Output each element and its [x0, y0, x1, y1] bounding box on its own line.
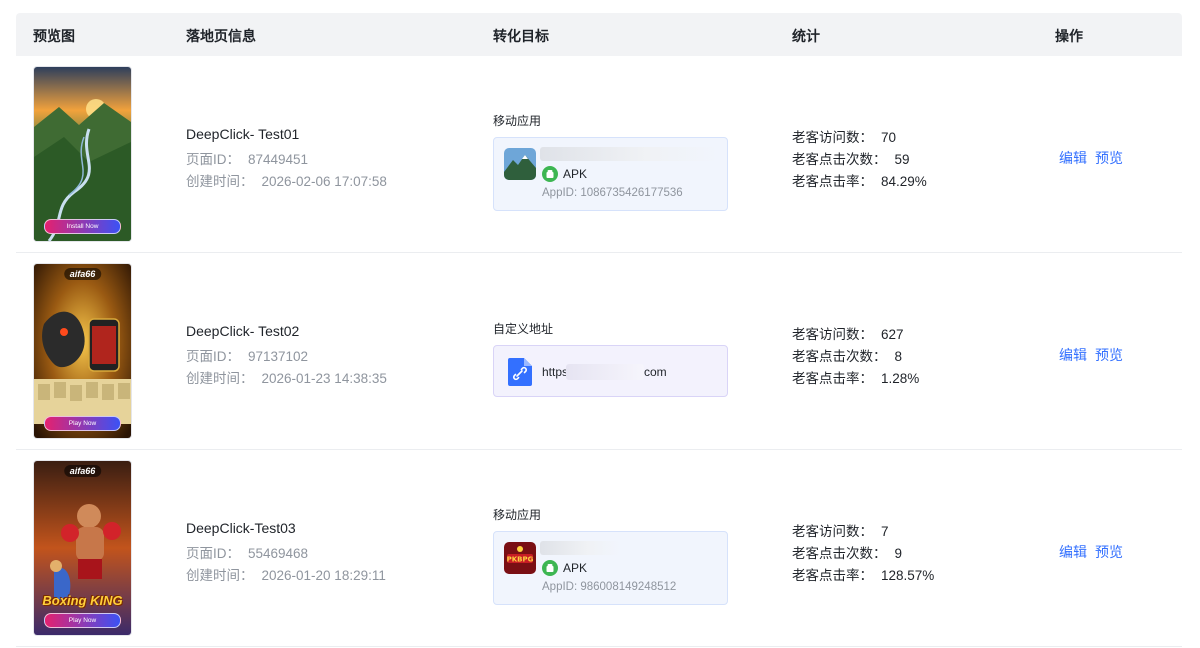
url-end: com: [644, 365, 667, 379]
ctr-stat: 老客点击率： 128.57%: [792, 568, 935, 583]
preview-link[interactable]: 预览: [1095, 347, 1123, 363]
apk-label: APK: [542, 166, 587, 182]
edit-link[interactable]: 编辑: [1059, 544, 1087, 560]
table-row: aifa66 Boxing KING Play Now DeepClick-Te…: [16, 450, 1182, 647]
clicks-stat: 老客点击次数： 8: [792, 349, 903, 364]
visits-stat: 老客访问数： 7: [792, 524, 889, 539]
col-goal-header: 转化目标: [493, 28, 549, 44]
conversion-goal: 移动应用 APK AppID: 1086735426177536: [493, 112, 728, 211]
landing-page-table: 预览图 落地页信息 转化目标 统计 操作 Install Now DeepCli…: [16, 13, 1182, 647]
statistics: 老客访问数： 70 老客点击次数： 59 老客点击率： 84.29%: [792, 126, 927, 192]
preview-thumbnail[interactable]: aifa66 Boxing KING Play Now: [33, 460, 132, 636]
page-id: 页面ID： 55469468: [186, 546, 309, 561]
goal-type: 移动应用: [493, 508, 542, 522]
conversion-goal: 移动应用 PKBPG APK AppID: 986008149248512: [493, 506, 728, 605]
table-row: Install Now DeepClick- Test01 页面ID： 87449…: [16, 56, 1182, 253]
created-time: 创建时间： 2026-02-06 17:07:58: [186, 174, 387, 189]
app-card[interactable]: PKBPG APK AppID: 986008149248512: [493, 531, 728, 605]
app-name-redacted: [540, 541, 620, 555]
mountain-valley-image: [34, 67, 131, 241]
landing-page-name: DeepClick- Test01: [186, 126, 300, 142]
col-info-header: 落地页信息: [186, 28, 256, 44]
edit-link[interactable]: 编辑: [1059, 150, 1087, 166]
android-icon: [542, 166, 558, 182]
row-actions: 编辑 预览: [1059, 148, 1131, 168]
goal-type: 自定义地址: [493, 322, 554, 336]
row-actions: 编辑 预览: [1059, 542, 1131, 562]
boxing-game-image: [34, 461, 131, 635]
page-id: 页面ID： 87449451: [186, 152, 309, 167]
app-icon-mountain: [504, 148, 536, 180]
goal-type: 移动应用: [493, 114, 542, 128]
col-ops-header: 操作: [1055, 28, 1083, 44]
ctr-stat: 老客点击率： 1.28%: [792, 371, 920, 386]
landing-page-info: DeepClick- Test02 页面ID： 97137102 创建时间： 202…: [186, 323, 387, 389]
apk-label: APK: [542, 560, 587, 576]
clicks-stat: 老客点击次数： 59: [792, 152, 910, 167]
play-now-button: Play Now: [44, 416, 121, 431]
ctr-stat: 老客点击率： 84.29%: [792, 174, 927, 189]
conversion-goal: 自定义地址 https: com: [493, 320, 728, 397]
statistics: 老客访问数： 7 老客点击次数： 9 老客点击率： 128.57%: [792, 520, 934, 586]
brand-logo: aifa66: [63, 268, 102, 280]
landing-page-name: DeepClick-Test03: [186, 520, 296, 536]
table-row: aifa66 Play Now DeepClick- Test02 页面ID： 9…: [16, 253, 1182, 450]
table-header: 预览图 落地页信息 转化目标 统计 操作: [16, 13, 1182, 56]
preview-thumbnail[interactable]: aifa66 Play Now: [33, 263, 132, 439]
page-id: 页面ID： 97137102: [186, 349, 309, 364]
link-file-icon: [508, 358, 532, 391]
preview-link[interactable]: 预览: [1095, 544, 1123, 560]
created-time: 创建时间： 2026-01-23 14:38:35: [186, 371, 387, 386]
statistics: 老客访问数： 627 老客点击次数： 8 老客点击率： 1.28%: [792, 323, 919, 389]
app-card[interactable]: APK AppID: 1086735426177536: [493, 137, 728, 211]
landing-page-info: DeepClick-Test03 页面ID： 55469468 创建时间： 2026…: [186, 520, 386, 586]
visits-stat: 老客访问数： 627: [792, 327, 904, 342]
created-time: 创建时间： 2026-01-20 18:29:11: [186, 568, 386, 583]
app-icon-pkbpg: PKBPG: [504, 542, 536, 574]
game-title-logo: Boxing KING: [42, 593, 123, 608]
play-now-button: Play Now: [44, 613, 121, 628]
app-name-redacted: [540, 147, 718, 161]
landing-page-info: DeepClick- Test01 页面ID： 87449451 创建时间： 202…: [186, 126, 387, 192]
brand-logo: aifa66: [63, 465, 102, 477]
install-now-button: Install Now: [44, 219, 121, 234]
edit-link[interactable]: 编辑: [1059, 347, 1087, 363]
dragon-game-image: [34, 264, 131, 438]
app-id: AppID: 986008149248512: [542, 581, 677, 593]
url-card[interactable]: https: com: [493, 345, 728, 397]
col-preview-header: 预览图: [33, 28, 75, 44]
col-stats-header: 统计: [792, 28, 820, 44]
url-redacted: [566, 364, 644, 380]
landing-page-name: DeepClick- Test02: [186, 323, 300, 339]
svg-text:PKBPG: PKBPG: [507, 556, 534, 564]
row-actions: 编辑 预览: [1059, 345, 1131, 365]
preview-thumbnail[interactable]: Install Now: [33, 66, 132, 242]
clicks-stat: 老客点击次数： 9: [792, 546, 903, 561]
android-icon: [542, 560, 558, 576]
visits-stat: 老客访问数： 70: [792, 130, 897, 145]
preview-link[interactable]: 预览: [1095, 150, 1123, 166]
app-id: AppID: 1086735426177536: [542, 187, 683, 199]
